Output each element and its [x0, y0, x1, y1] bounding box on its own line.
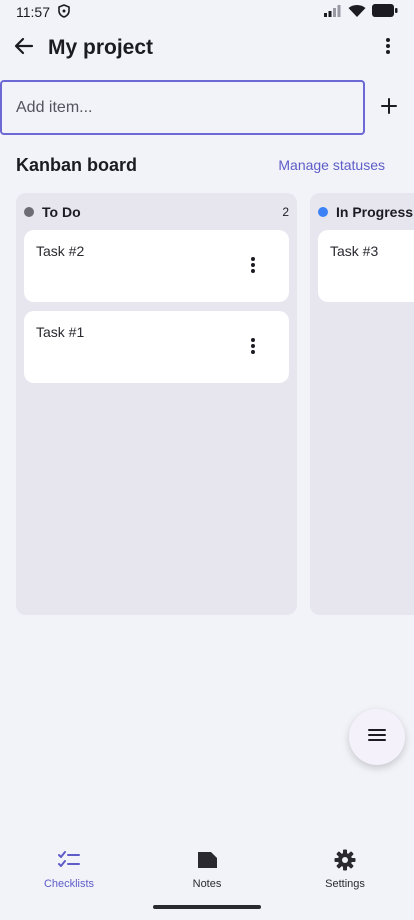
plus-icon: [381, 97, 397, 119]
nav-label: Notes: [192, 878, 222, 890]
task-card[interactable]: Task #2: [24, 230, 289, 302]
task-card[interactable]: Task #3: [318, 230, 414, 302]
home-indicator: [153, 905, 261, 909]
kanban-board[interactable]: To Do 2 Task #2 Task #1 In Progress Task…: [0, 193, 414, 616]
task-menu-button[interactable]: [245, 337, 261, 360]
nav-item-checklists[interactable]: Checklists: [0, 838, 138, 898]
status-dot: [318, 207, 328, 217]
note-icon: [195, 848, 219, 872]
task-title: Task #1: [36, 324, 85, 340]
bottom-navigation: Checklists Notes Settings: [0, 838, 414, 898]
menu-icon: [368, 728, 386, 747]
task-title: Task #2: [36, 243, 85, 259]
wifi-icon: [348, 4, 366, 21]
task-card[interactable]: Task #1: [24, 311, 289, 383]
nav-label: Settings: [325, 878, 365, 890]
menu-fab-button[interactable]: [349, 709, 405, 765]
nav-label: Checklists: [43, 878, 95, 890]
column-header: In Progress: [318, 204, 414, 220]
status-time: 11:57: [16, 4, 50, 20]
add-item-button[interactable]: [377, 96, 401, 120]
battery-icon: [372, 4, 398, 20]
back-button[interactable]: [10, 36, 38, 60]
signal-icon: [324, 4, 342, 20]
nav-item-notes[interactable]: Notes: [138, 838, 276, 898]
board-title: Kanban board: [16, 155, 138, 175]
column-title: In Progress: [336, 204, 414, 220]
gear-icon: [333, 848, 357, 872]
arrow-left-icon: [14, 37, 34, 60]
column-header: To Do 2: [24, 204, 289, 220]
column-title: To Do: [42, 204, 81, 220]
add-item-input[interactable]: [0, 80, 365, 135]
more-vert-icon: [250, 256, 256, 279]
column-count: 2: [282, 205, 289, 219]
overflow-menu-button[interactable]: [376, 36, 400, 60]
task-title: Task #3: [330, 243, 379, 259]
nav-item-settings[interactable]: Settings: [276, 838, 414, 898]
checklist-icon: [57, 848, 81, 872]
more-vert-icon: [385, 37, 391, 60]
status-dot: [24, 207, 34, 217]
more-vert-icon: [250, 337, 256, 360]
kanban-column-in-progress: In Progress Task #3: [310, 193, 414, 615]
kanban-column-todo: To Do 2 Task #2 Task #1: [16, 193, 297, 615]
shield-icon: [58, 3, 70, 21]
app-bar: My project: [0, 24, 414, 72]
task-menu-button[interactable]: [245, 256, 261, 279]
page-title: My project: [48, 36, 154, 59]
manage-statuses-link[interactable]: Manage statuses: [278, 157, 385, 173]
status-bar: 11:57: [0, 0, 414, 24]
